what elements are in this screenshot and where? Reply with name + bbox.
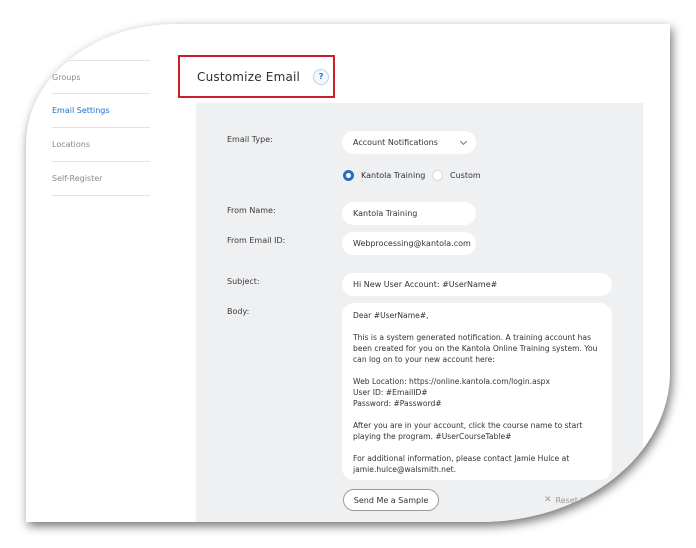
radio-button-checked[interactable] (343, 170, 354, 181)
chevron-down-icon (459, 137, 468, 146)
screenshot-stage: Groups Email Settings Locations Self-Reg… (0, 0, 696, 548)
page-title: Customize Email (197, 69, 301, 84)
from-name-input[interactable]: Kantola Training (342, 202, 476, 225)
sidebar-item-locations[interactable]: Locations (52, 128, 150, 162)
page-card: Groups Email Settings Locations Self-Reg… (26, 24, 670, 522)
from-name-value: Kantola Training (353, 209, 418, 218)
sidebar-item-label: Self-Register (52, 174, 103, 183)
radio-label: Kantola Training (361, 171, 426, 180)
subject-value: Hi New User Account: #UserName# (353, 280, 498, 289)
help-icon[interactable]: ? (313, 68, 330, 85)
sidebar-item-self-register[interactable]: Self-Register (52, 162, 150, 196)
body-password: Password: #Password# (353, 399, 442, 408)
body-contact: For additional information, please conta… (353, 454, 570, 474)
reset-to-default-link[interactable]: ✕ Reset to Default (544, 495, 620, 505)
body-paragraph: This is a system generated notification.… (353, 333, 598, 364)
close-icon: ✕ (544, 495, 552, 505)
sidebar-item-label: Groups (52, 72, 81, 82)
email-form-panel: Email Type: Account Notifications Kantol… (196, 103, 643, 522)
from-email-value: Webprocessing@kantola.com (353, 239, 471, 248)
body-paragraph: After you are in your account, click the… (353, 421, 583, 441)
email-type-value: Account Notifications (353, 138, 438, 147)
body-user-id: User ID: #EmailID# (353, 388, 428, 397)
sidebar-item-label: Locations (52, 140, 91, 149)
body-textarea[interactable]: Dear #UserName#, This is a system genera… (342, 303, 612, 480)
email-type-select[interactable]: Account Notifications (342, 131, 476, 154)
from-email-input[interactable]: Webprocessing@kantola.com (342, 232, 476, 255)
sidebar: Groups Email Settings Locations Self-Reg… (52, 60, 150, 196)
body-greeting: Dear #UserName#, (353, 311, 429, 320)
body-web-location: Web Location: https://online.kantola.com… (353, 377, 550, 386)
from-name-label: From Name: (227, 206, 276, 215)
sidebar-item-email-settings[interactable]: Email Settings (52, 94, 150, 128)
page-header-highlight: Customize Email ? (178, 55, 335, 98)
radio-custom[interactable]: Custom (432, 170, 481, 181)
from-email-label: From Email ID: (227, 236, 286, 245)
radio-kantola-training[interactable]: Kantola Training (343, 170, 425, 181)
subject-label: Subject: (227, 277, 260, 286)
radio-button-unchecked[interactable] (432, 170, 443, 181)
send-sample-button[interactable]: Send Me a Sample (343, 489, 439, 511)
body-label: Body: (227, 307, 250, 316)
subject-input[interactable]: Hi New User Account: #UserName# (342, 273, 612, 296)
sidebar-item-groups[interactable]: Groups (52, 60, 150, 94)
reset-label: Reset to Default (555, 495, 621, 505)
email-type-label: Email Type: (227, 135, 273, 144)
radio-label: Custom (450, 171, 481, 180)
sidebar-item-label: Email Settings (52, 106, 110, 115)
